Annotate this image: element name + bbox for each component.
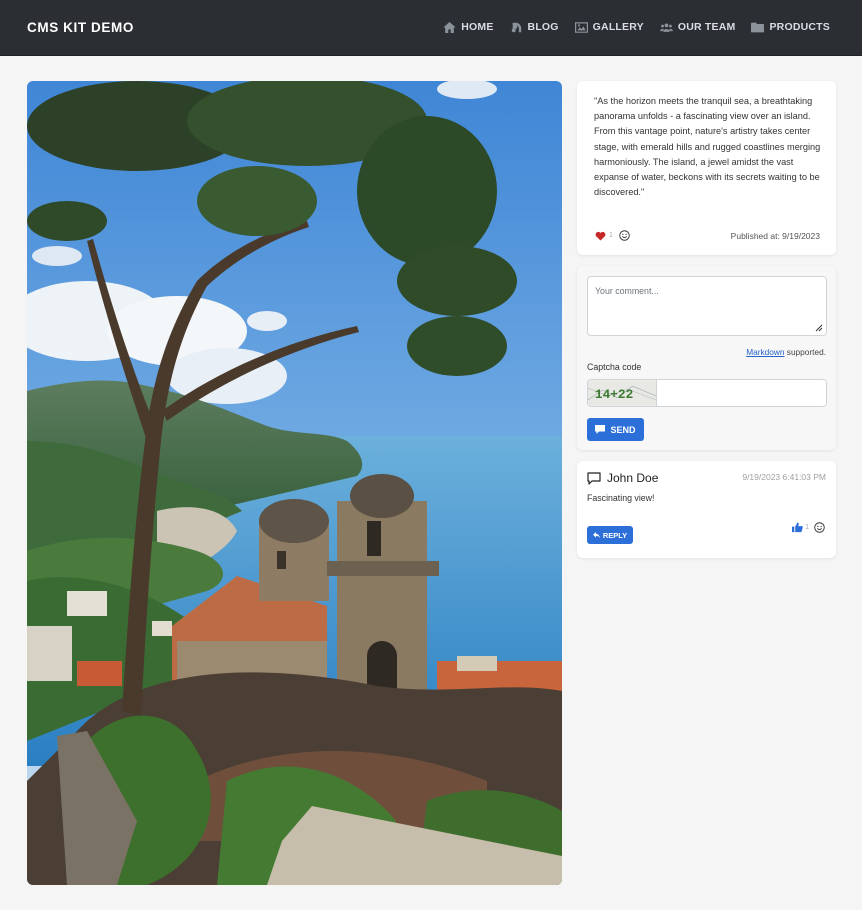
comment-bubble-icon	[587, 471, 601, 485]
post-description: "As the horizon meets the tranquil sea, …	[594, 96, 821, 198]
comment-like-count: 1	[805, 524, 809, 531]
captcha-text: 14+22	[595, 387, 633, 402]
comment-author: John Doe	[587, 471, 658, 485]
reply-button[interactable]: REPLY	[587, 526, 633, 544]
post-reactions: 1	[595, 230, 630, 241]
captcha-label: Captcha code	[587, 362, 642, 372]
post-like-count: 1	[609, 232, 613, 239]
markdown-link[interactable]: Markdown	[746, 347, 784, 357]
add-reaction-icon[interactable]	[814, 522, 825, 533]
nav-blog-label: BLOG	[527, 21, 559, 33]
comment-form: Your comment... Markdown supported. Capt…	[577, 266, 836, 450]
main-nav: HOME BLOG GALLERY OUR TEAM PRODUCTS	[443, 21, 830, 33]
send-label: SEND	[610, 424, 636, 435]
markdown-suffix: supported.	[784, 347, 826, 357]
coastal-landscape-image	[27, 81, 562, 885]
reply-label: REPLY	[602, 530, 628, 540]
brand-logo[interactable]: CMS KIT DEMO	[27, 20, 134, 35]
published-date: Published at: 9/19/2023	[730, 230, 820, 241]
post-card: "As the horizon meets the tranquil sea, …	[577, 81, 836, 255]
captcha-group: 14+22	[587, 379, 827, 407]
folder-icon	[751, 22, 765, 32]
nav-products-label: PRODUCTS	[769, 21, 830, 33]
nav-gallery[interactable]: GALLERY	[574, 21, 644, 33]
comment-reactions: 1	[792, 522, 825, 533]
gallery-photo	[27, 81, 562, 885]
heart-icon[interactable]	[595, 231, 606, 241]
nav-our-team[interactable]: OUR TEAM	[659, 21, 736, 33]
comment-card: John Doe 9/19/2023 6:41:03 PM Fascinatin…	[577, 461, 836, 558]
home-icon	[443, 21, 457, 33]
captcha-image: 14+22	[588, 380, 657, 406]
nav-products[interactable]: PRODUCTS	[751, 21, 830, 33]
nav-home-label: HOME	[461, 21, 494, 33]
resize-handle-icon[interactable]	[815, 324, 823, 332]
nav-home[interactable]: HOME	[443, 21, 493, 33]
comment-text: Fascinating view!	[587, 493, 655, 503]
markdown-note: Markdown supported.	[746, 347, 826, 357]
comment-placeholder: Your comment...	[595, 286, 659, 296]
comment-textarea[interactable]: Your comment...	[587, 276, 827, 336]
comment-icon	[595, 425, 606, 434]
nav-our-team-label: OUR TEAM	[677, 21, 736, 33]
reply-icon	[592, 531, 600, 538]
author-name: John Doe	[607, 471, 659, 485]
nav-gallery-label: GALLERY	[592, 21, 644, 33]
team-icon	[659, 22, 673, 32]
top-navbar: CMS KIT DEMO HOME BLOG GALLERY OUR TEAM …	[0, 0, 862, 56]
thumbs-up-icon[interactable]	[792, 522, 803, 533]
nav-blog[interactable]: BLOG	[510, 21, 559, 33]
blog-icon	[511, 22, 521, 32]
send-button[interactable]: SEND	[587, 418, 644, 441]
image-icon	[574, 21, 588, 33]
post-footer: 1 Published at: 9/19/2023	[595, 230, 820, 241]
captcha-input[interactable]	[657, 380, 826, 406]
comment-timestamp: 9/19/2023 6:41:03 PM	[742, 472, 826, 482]
add-reaction-icon[interactable]	[619, 230, 630, 241]
